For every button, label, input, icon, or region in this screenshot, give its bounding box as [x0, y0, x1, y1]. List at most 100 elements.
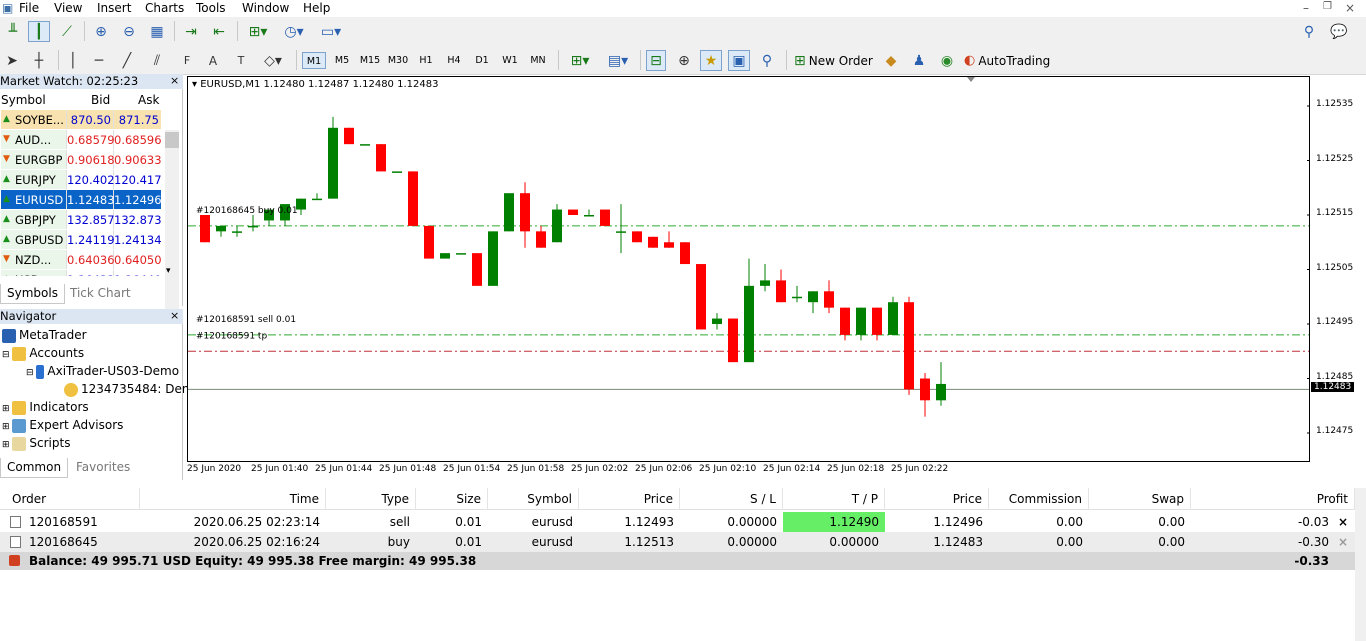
zoom-out-icon[interactable]: ⊖ — [118, 21, 140, 42]
column-header[interactable]: Order — [0, 488, 140, 510]
chart-shift-icon[interactable]: ⇥ — [180, 21, 202, 42]
text-label-icon[interactable]: T — [230, 50, 252, 71]
timeframe-d1[interactable]: D1 — [470, 52, 494, 69]
menu-tools[interactable]: Tools — [196, 1, 226, 15]
header-ask[interactable]: Ask — [138, 90, 159, 110]
menu-window[interactable]: Window — [242, 1, 289, 15]
column-header[interactable]: Size — [416, 488, 488, 510]
nav-scripts[interactable]: ⊞ Scripts — [2, 434, 70, 452]
menu-insert[interactable]: Insert — [97, 1, 131, 15]
tab-tick-chart[interactable]: Tick Chart — [64, 284, 137, 304]
market-watch-scroll-thumb[interactable] — [165, 132, 179, 148]
order-row[interactable]: 120168645 2020.06.25 02:16:24 buy 0.01 eurus… — [0, 532, 1355, 552]
column-header[interactable]: Type — [326, 488, 416, 510]
timeframe-h4[interactable]: H4 — [442, 52, 466, 69]
menu-help[interactable]: Help — [303, 1, 330, 15]
tile-windows-icon[interactable]: ▦ — [146, 21, 168, 42]
equidistant-channel-icon[interactable]: ⫽ — [146, 50, 168, 71]
text-icon[interactable]: A — [204, 50, 222, 71]
terminal-toggle-icon[interactable]: ▣ — [728, 50, 750, 71]
profiles-icon[interactable]: ▤▾ — [602, 50, 634, 71]
column-header[interactable]: S / L — [680, 488, 783, 510]
nav-metatrader[interactable]: MetaTrader — [2, 326, 87, 344]
autoscroll-icon[interactable]: ⇤ — [208, 21, 230, 42]
vertical-line-icon[interactable]: │ — [64, 50, 82, 71]
new-order-button[interactable]: ⊞ New Order — [794, 51, 873, 70]
menu-file[interactable]: File — [19, 1, 39, 15]
market-icon[interactable]: ◉ — [936, 50, 958, 71]
indicators-list-icon[interactable]: ⊞▾ — [243, 21, 273, 42]
order-row[interactable]: 120168591 2020.06.25 02:23:14 sell 0.01 euru… — [0, 512, 1355, 532]
market-watch-row[interactable]: ▲ EURJPY 120.402 120.417 — [0, 170, 165, 190]
bar-chart-icon[interactable]: ╨ — [3, 21, 23, 42]
header-bid[interactable]: Bid — [91, 90, 110, 110]
close-icon[interactable]: × — [1345, 1, 1355, 15]
menu-charts[interactable]: Charts — [145, 1, 184, 15]
timeframe-w1[interactable]: W1 — [498, 52, 522, 69]
signals-icon[interactable]: ♟ — [908, 50, 930, 71]
menu-view[interactable]: View — [54, 1, 82, 15]
market-watch-row[interactable]: ▲ SOYBE... 870.50 871.75 — [0, 110, 165, 130]
column-header[interactable]: Price — [885, 488, 989, 510]
restore-icon[interactable]: ❐ — [1323, 1, 1332, 12]
close-order-icon[interactable]: × — [1338, 512, 1348, 532]
periods-icon[interactable]: ◷▾ — [279, 21, 309, 42]
market-watch-row[interactable]: ▲ EURUSD 1.12483 1.12496 — [0, 190, 165, 210]
market-watch-row[interactable]: ▼ NZD... 0.64036 0.64050 — [0, 250, 165, 270]
column-header[interactable]: Commission — [989, 488, 1089, 510]
nav-server[interactable]: ⊟ AxiTrader-US03-Demo — [26, 362, 179, 380]
nav-accounts[interactable]: ⊟ Accounts — [2, 344, 84, 362]
market-watch-row[interactable]: ▲ GBPUSD 1.24119 1.24134 — [0, 230, 165, 250]
nav-indicators[interactable]: ⊞ Indicators — [2, 398, 89, 416]
market-watch-scrollbar[interactable] — [165, 130, 179, 330]
chat-icon[interactable]: 💬 — [1326, 21, 1352, 42]
scroll-down-icon[interactable]: ▾ — [166, 266, 171, 276]
tab-favorites[interactable]: Favorites — [70, 458, 136, 478]
trendline-icon[interactable]: ╱ — [116, 50, 138, 71]
nav-account-demo[interactable]: 1234735484: Demo — [64, 380, 201, 398]
timeframe-h1[interactable]: H1 — [414, 52, 438, 69]
strategy-tester-icon[interactable]: ⚲ — [756, 50, 778, 71]
shapes-menu-icon[interactable]: ◇▾ — [258, 50, 288, 71]
metaeditor-icon[interactable]: ◆ — [880, 50, 902, 71]
zoom-in-icon[interactable]: ⊕ — [90, 21, 112, 42]
navigator-toggle-icon[interactable]: ★ — [700, 50, 722, 71]
timeframe-m30[interactable]: M30 — [386, 52, 410, 69]
column-header[interactable]: Price — [579, 488, 680, 510]
nav-expert-advisors[interactable]: ⊞ Expert Advisors — [2, 416, 123, 434]
fibonacci-icon[interactable]: F — [176, 50, 198, 71]
column-header[interactable]: Swap — [1089, 488, 1191, 510]
close-order-icon[interactable]: × — [1338, 532, 1348, 552]
data-window-icon[interactable]: ⊕ — [674, 50, 694, 71]
terminal-scrollbar[interactable] — [1355, 488, 1366, 641]
column-header[interactable]: T / P — [783, 488, 885, 510]
autotrading-button[interactable]: ◐ AutoTrading — [964, 51, 1050, 70]
templates-icon[interactable]: ▭▾ — [315, 21, 347, 42]
chart-window[interactable]: #120168645 buy 0.01 #120168591 sell 0.01 #… — [187, 76, 1310, 462]
new-chart-icon[interactable]: ⊞▾ — [564, 50, 596, 71]
line-chart-icon[interactable]: ⟋ — [56, 21, 78, 42]
minimize-icon[interactable]: – — [1303, 1, 1309, 15]
market-watch-toggle-icon[interactable]: ⊟ — [646, 50, 666, 71]
horizontal-line-icon[interactable]: ─ — [88, 50, 110, 71]
column-header[interactable]: Time — [140, 488, 326, 510]
crosshair-icon[interactable]: ┼ — [28, 50, 50, 71]
timeframe-m15[interactable]: M15 — [358, 52, 382, 69]
search-icon[interactable]: ⚲ — [1300, 21, 1318, 42]
timeframe-m5[interactable]: M5 — [330, 52, 354, 69]
candlestick-chart-icon[interactable]: ┃ — [28, 21, 50, 42]
column-header[interactable]: Profit — [1191, 488, 1355, 510]
tab-symbols[interactable]: Symbols — [0, 284, 65, 304]
column-header[interactable]: Symbol — [488, 488, 579, 510]
timeframe-m1[interactable]: M1 — [302, 52, 326, 69]
candlestick-chart[interactable]: #120168645 buy 0.01 #120168591 sell 0.01 #… — [188, 77, 1309, 461]
market-watch-close-icon[interactable]: × — [170, 74, 179, 87]
navigator-close-icon[interactable]: × — [170, 309, 179, 322]
market-watch-row[interactable]: ▼ AUD... 0.68579 0.68596 — [0, 130, 165, 150]
header-symbol[interactable]: Symbol — [1, 90, 46, 110]
market-watch-row[interactable]: ▼ EURGBP 0.90618 0.90633 — [0, 150, 165, 170]
timeframe-mn[interactable]: MN — [526, 52, 550, 69]
cursor-icon[interactable]: ➤ — [3, 50, 21, 71]
tab-common[interactable]: Common — [0, 458, 69, 478]
market-watch-row[interactable]: ▲USD...1.364321.36449 — [0, 270, 165, 276]
